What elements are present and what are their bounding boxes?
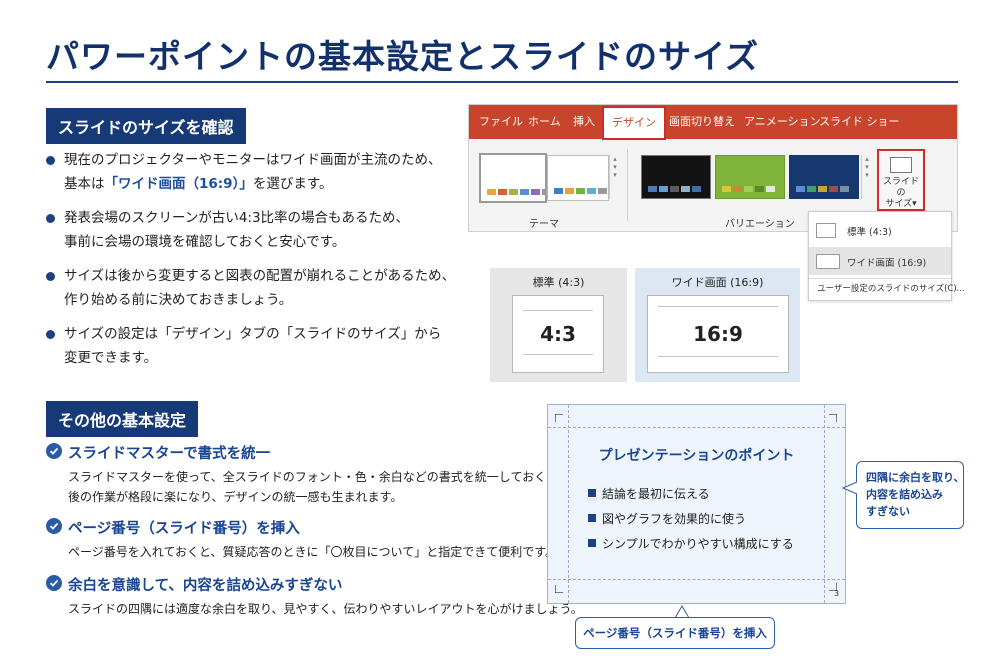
ratio-panel-standard: 標準 (4:3) 4:3 (490, 268, 627, 382)
tip-title: スライドマスターで書式を統一 (68, 446, 271, 462)
corner-mark-icon (829, 414, 837, 422)
sample-slide-item: シンプルでわかりやすい構成にする (602, 537, 794, 551)
bullet-dot (46, 330, 55, 339)
tab-slideshow[interactable]: スライド ショー (819, 105, 900, 139)
list-item: サイズは後から変更すると図表の配置が崩れることがあるため、 作り始める前に決めて… (46, 264, 455, 312)
list-item: 発表会場のスクリーンが古い4:3比率の場合もあるため、 事前に会場の環境を確認し… (46, 206, 409, 254)
checkmark-icon (46, 575, 62, 591)
tab-transitions[interactable]: 画面切り替え (669, 105, 735, 139)
tip-body: 後の作業が格段に楽になり、デザインの統一感も生まれます。 (68, 490, 403, 504)
variation-thumbnail[interactable] (641, 155, 711, 199)
bullet-line: 現在のプロジェクターやモニターはワイド画面が主流のため、 (64, 152, 442, 168)
bullet-dot (46, 214, 55, 223)
checkmark-icon (46, 443, 62, 459)
bullet-line: 事前に会場の環境を確認しておくと安心です。 (64, 234, 346, 250)
sample-slide-item: 図やグラフを効果的に使う (602, 512, 747, 526)
theme-group-label: テーマ (529, 219, 559, 230)
section-heading-other-settings: その他の基本設定 (46, 401, 199, 437)
corner-mark-icon (555, 585, 563, 593)
slide-size-label: サイズ▾ (885, 199, 917, 209)
variation-thumbnail[interactable] (715, 155, 785, 199)
bullet-line: サイズの設定は「デザイン」タブの「スライドのサイズ」から (64, 326, 442, 342)
sample-slide-item: 結論を最初に伝える (602, 487, 710, 501)
bullet-square (588, 539, 596, 547)
theme-thumbnail[interactable] (479, 153, 551, 203)
callout-pointer (674, 605, 690, 618)
ratio-label: 16:9 (693, 322, 743, 346)
variation-group-label: バリエーション (725, 219, 795, 230)
checkmark-icon (46, 518, 62, 534)
page-number: 3 (834, 589, 840, 598)
bullet-square (588, 514, 596, 522)
bullet-line: サイズは後から変更すると図表の配置が崩れることがあるため、 (64, 268, 456, 284)
sample-slide-title: プレゼンテーションのポイント (598, 448, 795, 464)
slide-size-label: スライドの (882, 177, 919, 198)
ribbon-tabbar: ファイル ホーム 挿入 デザイン 画面切り替え アニメーション スライド ショー (469, 105, 957, 140)
slide-size-icon (890, 157, 912, 173)
variation-scroll[interactable]: ▴ ▾ ▾ (861, 155, 872, 199)
standard-ratio-icon (816, 223, 836, 238)
ratio-slide-16-9: 16:9 (647, 295, 789, 373)
callout-margin: 四隅に余白を取り、 内容を詰め込み すぎない (856, 461, 965, 529)
theme-thumbnail[interactable] (547, 155, 609, 201)
title-divider (46, 81, 958, 83)
tab-file[interactable]: ファイル (479, 105, 523, 139)
bullet-line: 発表会場のスクリーンが古い4:3比率の場合もあるため、 (64, 210, 410, 226)
slide-size-dropdown: 標準 (4:3) ワイド画面 (16:9) ユーザー設定のスライドのサイズ(C)… (808, 211, 965, 301)
page-title: パワーポイントの基本設定とスライドのサイズ (46, 37, 760, 76)
slide-size-button[interactable]: スライドの サイズ▾ (877, 149, 925, 211)
tip-item: スライドマスターで書式を統一 スライドマスターを使って、全スライドのフォント・色… (46, 442, 570, 507)
tip-title: 余白を意識して、内容を詰め込みすぎない (68, 578, 343, 594)
tab-animations[interactable]: アニメーション (744, 105, 821, 139)
bullet-line: 基本は「ワイド画面（16:9）」を選びます。 (64, 176, 333, 192)
variation-thumbnail[interactable] (789, 155, 859, 199)
corner-mark-icon (555, 414, 563, 422)
tab-insert[interactable]: 挿入 (573, 105, 595, 139)
list-item: 現在のプロジェクターやモニターはワイド画面が主流のため、 基本は「ワイド画面（1… (46, 148, 441, 196)
dropdown-item-custom[interactable]: ユーザー設定のスライドのサイズ(C)... (817, 282, 965, 294)
ratio-label: 4:3 (540, 322, 576, 346)
tip-item: 余白を意識して、内容を詰め込みすぎない スライドの四隅には適度な余白を取り、見や… (46, 574, 583, 619)
tip-title: ページ番号（スライド番号）を挿入 (68, 521, 300, 537)
bullet-square (588, 489, 596, 497)
theme-scroll[interactable]: ▴ ▾ ▾ (609, 155, 620, 199)
tip-body: ページ番号を入れておくと、質疑応答のときに「〇枚目について」と指定できて便利です… (68, 545, 558, 559)
bullet-line: 作り始める前に決めておきましょう。 (64, 292, 293, 308)
section-heading-slide-size: スライドのサイズを確認 (46, 108, 246, 144)
dropdown-item-standard[interactable]: 標準 (4:3) (809, 216, 951, 244)
sample-slide: プレゼンテーションのポイント 結論を最初に伝える 図やグラフを効果的に使う シン… (547, 404, 846, 604)
ratio-slide-4-3: 4:3 (512, 295, 604, 373)
wide-ratio-icon (816, 254, 840, 269)
tip-body: スライドの四隅には適度な余白を取り、見やすく、伝わりやすいレイアウトを心がけまし… (68, 602, 583, 616)
tab-home[interactable]: ホーム (528, 105, 561, 139)
bullet-dot (46, 156, 55, 165)
bullet-dot (46, 272, 55, 281)
tip-item: ページ番号（スライド番号）を挿入 ページ番号を入れておくと、質疑応答のときに「〇… (46, 517, 557, 562)
tab-design[interactable]: デザイン (602, 106, 666, 140)
list-item: サイズの設定は「デザイン」タブの「スライドのサイズ」から 変更できます。 (46, 322, 441, 370)
callout-page-number: ページ番号（スライド番号）を挿入 (575, 617, 775, 649)
group-divider (627, 149, 628, 221)
dropdown-item-wide[interactable]: ワイド画面 (16:9) (809, 247, 951, 275)
bullet-line: 変更できます。 (64, 350, 158, 366)
callout-pointer (842, 481, 858, 495)
ratio-panel-wide: ワイド画面 (16:9) 16:9 (635, 268, 800, 382)
highlight-wide: 「ワイド画面（16:9）」 (104, 176, 253, 192)
tip-body: スライドマスターを使って、全スライドのフォント・色・余白などの書式を統一しておく… (68, 470, 570, 484)
ratio-caption: ワイド画面 (16:9) (671, 276, 764, 289)
ratio-caption: 標準 (4:3) (532, 276, 585, 289)
